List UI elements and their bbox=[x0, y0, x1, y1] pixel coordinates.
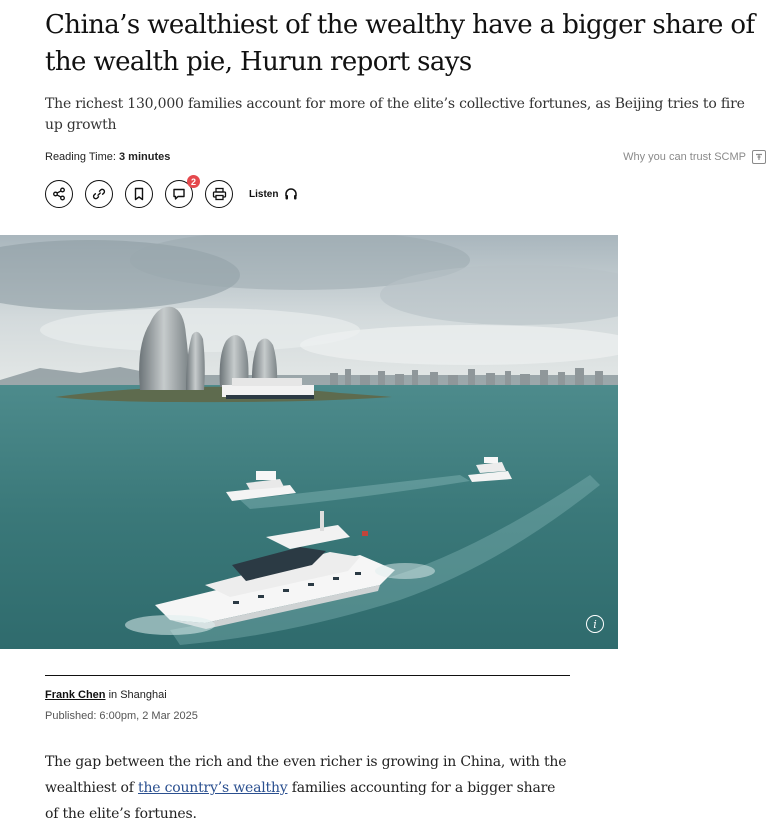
bookmark-icon bbox=[134, 187, 144, 201]
trust-link-label: Why you can trust SCMP bbox=[623, 151, 746, 163]
share-icon bbox=[53, 187, 65, 201]
body-paragraph: The gap between the rich and the even ri… bbox=[45, 749, 570, 827]
location: Shanghai bbox=[120, 689, 167, 701]
print-button[interactable] bbox=[205, 180, 233, 208]
link-icon bbox=[92, 188, 106, 200]
headphones-icon bbox=[285, 188, 298, 200]
share-button[interactable] bbox=[45, 180, 73, 208]
listen-button[interactable]: Listen bbox=[249, 187, 298, 201]
country-wealthy-link[interactable]: the country’s wealthy bbox=[138, 780, 288, 796]
location-prefix: in bbox=[105, 689, 121, 701]
image-info-button[interactable]: i bbox=[586, 615, 604, 633]
info-icon: i bbox=[593, 617, 597, 631]
reading-time-value: 3 minutes bbox=[119, 151, 171, 163]
reading-time: Reading Time: 3 minutes bbox=[45, 151, 170, 163]
author-link[interactable]: Frank Chen bbox=[45, 689, 106, 701]
comment-icon bbox=[173, 188, 185, 200]
hero-image bbox=[0, 235, 618, 649]
comments-button[interactable]: 2 bbox=[165, 175, 200, 208]
bookmark-button[interactable] bbox=[125, 180, 153, 208]
subheadline: The richest 130,000 families account for… bbox=[45, 96, 745, 133]
trust-link[interactable]: Why you can trust SCMP bbox=[623, 150, 766, 164]
headline: China’s wealthiest of the wealthy have a… bbox=[45, 10, 755, 77]
published-date: Published: 6:00pm, 2 Mar 2025 bbox=[45, 710, 198, 722]
article-actions: 2 Listen bbox=[45, 175, 298, 208]
byline: Frank Chen in Shanghai bbox=[45, 689, 167, 701]
copy-link-button[interactable] bbox=[85, 180, 113, 208]
reading-time-label: Reading Time: bbox=[45, 151, 116, 163]
print-icon bbox=[212, 187, 226, 201]
byline-divider bbox=[45, 675, 570, 676]
comment-count-badge: 2 bbox=[187, 175, 200, 188]
listen-label: Listen bbox=[249, 188, 279, 200]
trust-icon bbox=[752, 150, 766, 164]
